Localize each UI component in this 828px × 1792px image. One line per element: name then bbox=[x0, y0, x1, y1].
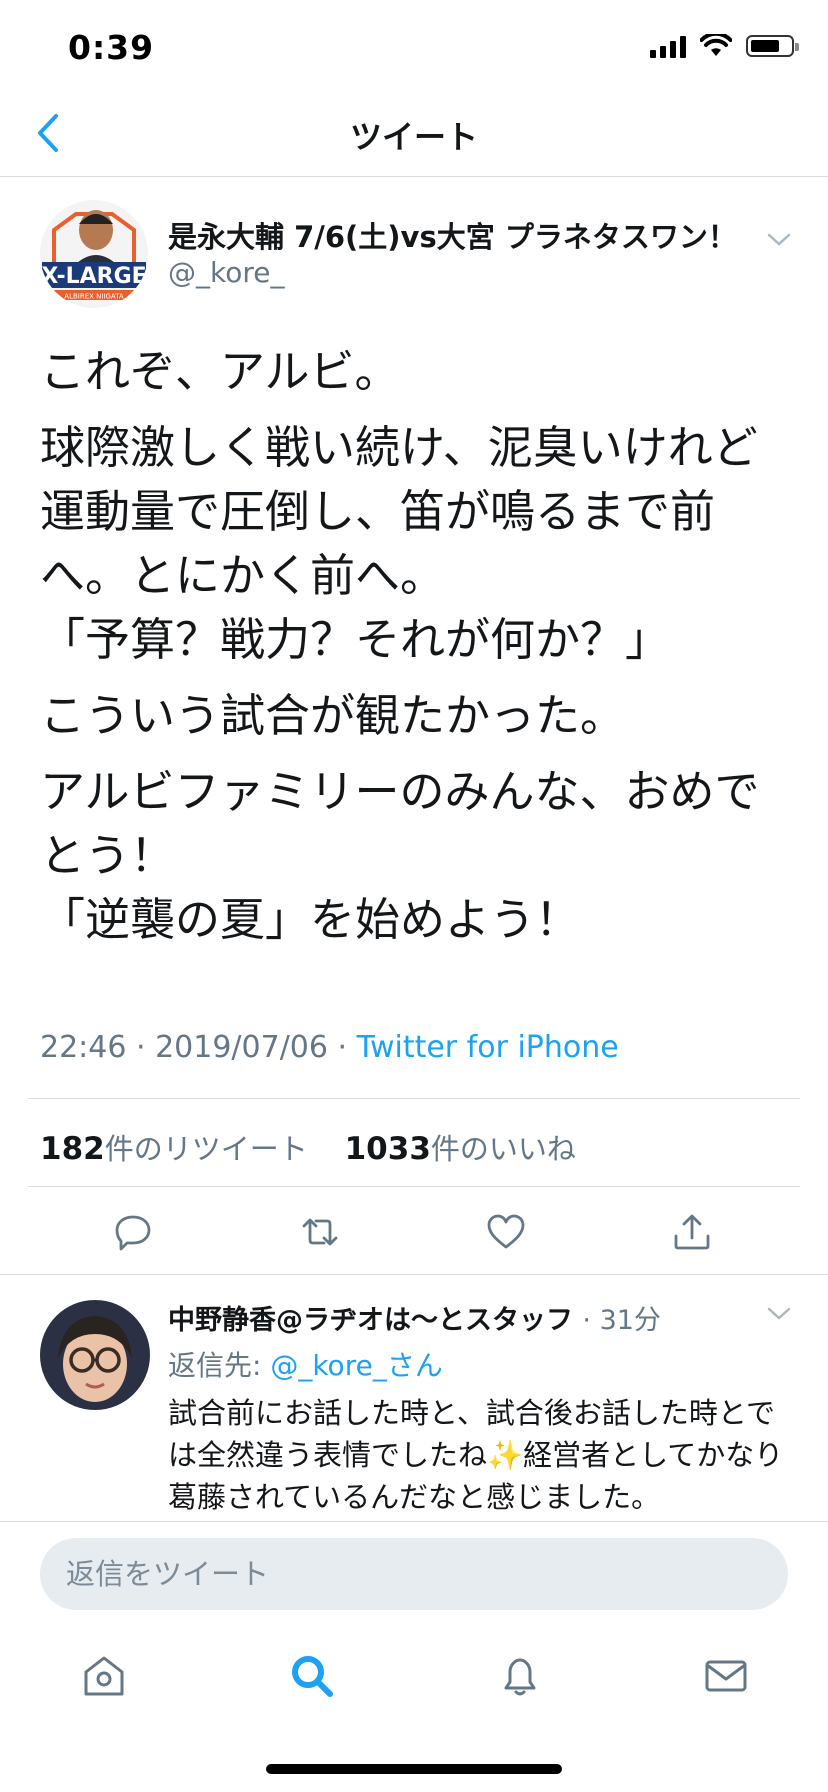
reply-menu-chevron-icon[interactable] bbox=[766, 1306, 792, 1322]
composer-divider bbox=[0, 1521, 828, 1522]
reply-to-line: 返信先: @_kore_さん bbox=[168, 1344, 443, 1384]
tweet-source-link[interactable]: Twitter for iPhone bbox=[357, 1030, 619, 1065]
avatar-logo-subtext: ALBIREX NIIGATA bbox=[64, 293, 124, 301]
reply-author-line: 中野静香@ラヂオは〜とスタッフ · 31分 bbox=[168, 1298, 661, 1337]
signal-icon bbox=[650, 34, 686, 58]
author-handle[interactable]: @_kore_ bbox=[168, 256, 284, 289]
reply-time: · 31分 bbox=[582, 1305, 661, 1336]
home-indicator bbox=[266, 1764, 562, 1774]
like-count: 1033 bbox=[344, 1131, 431, 1167]
reply-text: 試合前にお話した時と、試合後お話した時とでは全然違う表情でしたね✨経営者としてか… bbox=[168, 1396, 784, 1514]
tweet-stats: 182件のリツイート 1033件のいいね bbox=[40, 1126, 576, 1168]
home-icon[interactable] bbox=[80, 1652, 128, 1700]
retweet-stat[interactable]: 182件のリツイート bbox=[40, 1131, 308, 1167]
tweet-meta: 22:46 · 2019/07/06 · Twitter for iPhone bbox=[40, 1030, 619, 1065]
tweet-menu-chevron-icon[interactable] bbox=[766, 232, 792, 248]
author-name[interactable]: 是永大輔 7/6(土)vs大宮 プラネタスワン！ bbox=[168, 214, 737, 256]
tweet-paragraph: これぞ、アルビ。 bbox=[40, 345, 400, 398]
like-icon[interactable] bbox=[486, 1212, 526, 1252]
status-time: 0:39 bbox=[68, 28, 155, 67]
retweet-label: 件のリツイート bbox=[104, 1132, 308, 1166]
stats-divider bbox=[28, 1186, 800, 1187]
wifi-icon bbox=[700, 34, 732, 56]
messages-icon[interactable] bbox=[702, 1652, 750, 1700]
retweet-icon[interactable] bbox=[300, 1212, 340, 1252]
tweet-paragraph: 球際激しく戦い続け、泥臭いけれど運動量で圧倒し、笛が鳴るまで前へ。とにかく前へ。… bbox=[40, 421, 758, 666]
share-icon[interactable] bbox=[672, 1212, 712, 1252]
actions-divider bbox=[0, 1274, 828, 1275]
page-title: ツイート bbox=[349, 118, 478, 156]
avatar-logo-text: X-LARGE bbox=[41, 264, 146, 289]
retweet-count: 182 bbox=[40, 1131, 105, 1167]
author-avatar[interactable]: X-LARGE ALBIREX NIIGATA bbox=[40, 200, 148, 308]
like-label: 件のいいね bbox=[430, 1132, 576, 1166]
tweet-paragraph: アルビファミリーのみんな、おめでとう！ 「逆襲の夏」を始めよう！ bbox=[40, 765, 760, 946]
reply-input[interactable] bbox=[40, 1538, 788, 1610]
status-icons bbox=[650, 34, 799, 58]
reply-to-handle[interactable]: @_kore_さん bbox=[270, 1349, 442, 1382]
tweet-timestamp: 22:46 · 2019/07/06 · bbox=[40, 1030, 357, 1065]
notifications-icon[interactable] bbox=[496, 1652, 544, 1700]
battery-icon bbox=[746, 35, 799, 57]
like-stat[interactable]: 1033件のいいね bbox=[344, 1131, 576, 1167]
search-icon[interactable] bbox=[288, 1652, 336, 1700]
header-divider bbox=[0, 176, 828, 177]
reply-author-name[interactable]: 中野静香@ラヂオは〜とスタッフ bbox=[168, 1305, 573, 1336]
reply-icon[interactable] bbox=[113, 1212, 153, 1252]
reply-to-prefix: 返信先: bbox=[168, 1349, 271, 1382]
tweet-paragraph: こういう試合が観たかった。 bbox=[40, 689, 626, 742]
meta-divider bbox=[28, 1098, 800, 1099]
back-button[interactable] bbox=[34, 112, 64, 154]
tweet-text: これぞ、アルビ。 球際激しく戦い続け、泥臭いけれど運動量で圧倒し、笛が鳴るまで前… bbox=[40, 340, 800, 964]
reply-avatar[interactable] bbox=[40, 1300, 150, 1410]
